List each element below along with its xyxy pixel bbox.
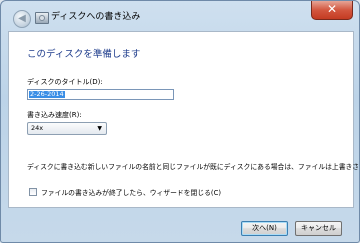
speed-select[interactable]: 24x ▼: [27, 122, 107, 135]
page-heading: このディスクを準備します: [27, 49, 141, 60]
wizard-content: ◀ ディスクへの書き込み このディスクを準備します ディスクのタイトル(D): …: [8, 10, 359, 208]
close-wizard-checkbox-label[interactable]: ファイルの書き込みが終了したら、ウィザードを閉じる(C): [41, 187, 221, 197]
next-button[interactable]: 次へ(N): [241, 221, 288, 236]
close-wizard-checkbox[interactable]: [29, 188, 37, 196]
overwrite-info-text: ディスクに書き込む新しいファイルの名前と同じファイルが既にディスクにある場合は、…: [27, 163, 360, 171]
chevron-down-icon: ▼: [97, 125, 102, 132]
speed-value: 24x: [31, 124, 44, 132]
disc-title-label: ディスクのタイトル(D):: [27, 78, 103, 86]
disc-title-input[interactable]: 2-26-2014: [27, 89, 174, 100]
window-title: ディスクへの書き込み: [51, 12, 141, 22]
disc-burn-icon: [35, 12, 49, 24]
back-arrow-icon[interactable]: ◀: [13, 10, 31, 28]
disc-title-value: 2-26-2014: [29, 90, 65, 98]
cancel-button[interactable]: キャンセル: [295, 221, 342, 236]
burn-disc-window: ✕ ◀ ディスクへの書き込み このディスクを準備します ディスクのタイトル(D)…: [0, 0, 360, 243]
close-button[interactable]: ✕: [311, 1, 353, 20]
speed-label: 書き込み速度(R):: [27, 111, 82, 119]
